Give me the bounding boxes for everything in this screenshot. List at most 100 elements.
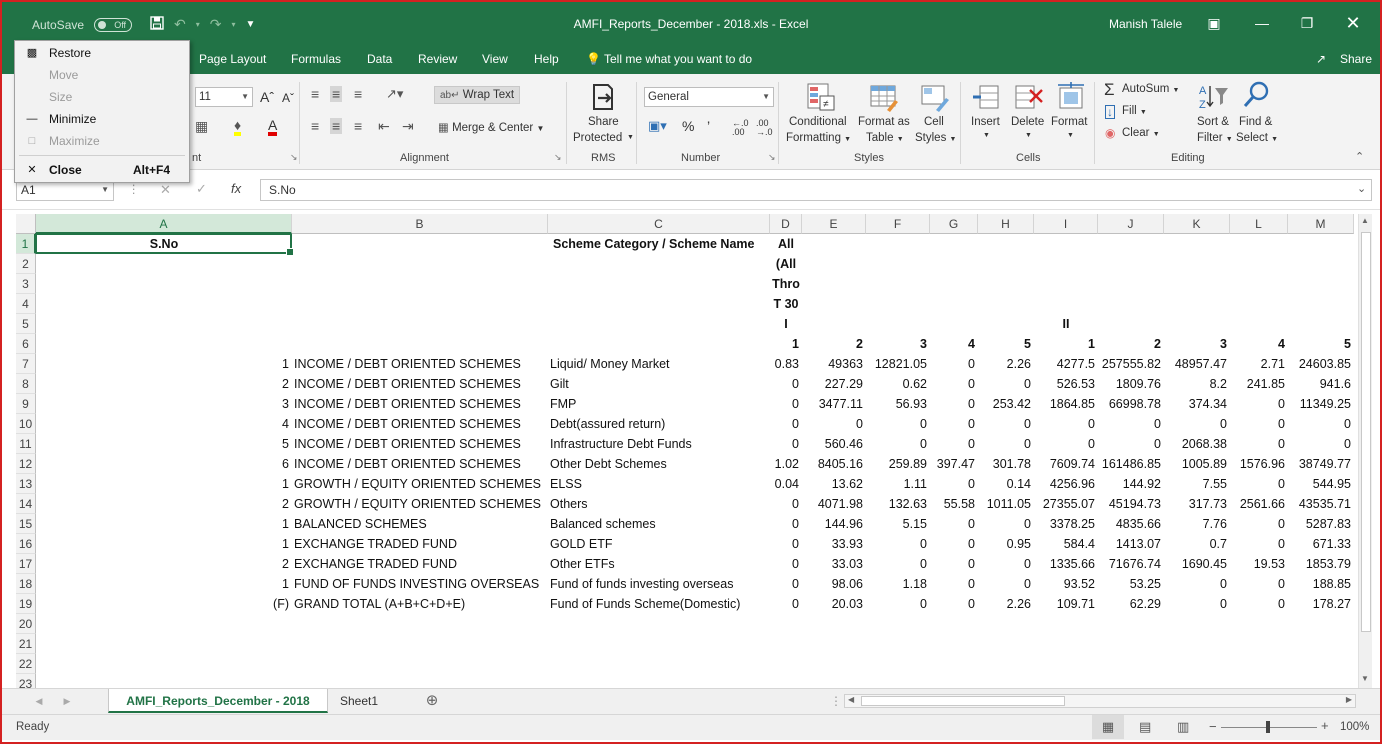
cancel-entry-icon[interactable]: ✕ [160,182,171,198]
cell-value[interactable]: 8405.16 [802,454,866,474]
menu-minimize[interactable]: — Minimize [15,108,189,130]
cell-value[interactable]: 0 [770,574,802,594]
row-header-4[interactable]: 4 [16,294,36,314]
cell-value[interactable]: 526.53 [1034,374,1098,394]
scroll-down-icon[interactable]: ▼ [1361,674,1369,683]
cell-value[interactable]: 0 [1230,434,1288,454]
cell-value[interactable]: 0 [1288,414,1354,434]
cell-value[interactable]: 7609.74 [1034,454,1098,474]
tab-data[interactable]: Data [367,52,392,66]
cell-value[interactable]: 0 [1098,434,1164,454]
cell-value[interactable]: 20.03 [802,594,866,614]
cell-value[interactable]: 1011.05 [978,494,1034,514]
cell-category[interactable]: INCOME / DEBT ORIENTED SCHEMES [292,354,548,374]
delete-dropdown-icon[interactable]: ▼ [1025,132,1032,139]
expand-formula-bar-icon[interactable]: ⌄ [1357,182,1366,195]
cell-scheme[interactable]: Infrastructure Debt Funds [548,434,770,454]
cell-value[interactable]: 0 [770,394,802,414]
column-header-k[interactable]: K [1164,214,1230,234]
cell-value[interactable]: 0 [1230,594,1288,614]
cell-scheme[interactable]: Balanced schemes [548,514,770,534]
row-header-17[interactable]: 17 [16,554,36,574]
insert-dropdown-icon[interactable]: ▼ [983,132,990,139]
delete-cells-icon[interactable] [1014,82,1044,115]
cell-scheme[interactable]: Fund of funds investing overseas [548,574,770,594]
zoom-slider-thumb[interactable] [1266,721,1270,733]
cell-sno[interactable]: 4 [36,414,292,434]
cell-value[interactable]: 1.11 [866,474,930,494]
cell-styles-label[interactable]: Cell [924,116,944,128]
column-header-g[interactable]: G [930,214,978,234]
new-sheet-icon[interactable]: ⊕ [420,689,444,713]
cell-value[interactable]: 0 [930,534,978,554]
cell-value[interactable]: 48957.47 [1164,354,1230,374]
cell-scheme[interactable]: Others [548,494,770,514]
cell-value[interactable]: 53.25 [1098,574,1164,594]
merge-center-button[interactable]: ▦ Merge & Center ▼ [438,120,544,134]
cell-value[interactable]: 109.71 [1034,594,1098,614]
increase-font-icon[interactable]: Aˆ [260,89,274,105]
cell-value[interactable]: 161486.85 [1098,454,1164,474]
row-header-2[interactable]: 2 [16,254,36,274]
cell-value[interactable]: 671.33 [1288,534,1354,554]
cell-value[interactable]: 0 [1164,594,1230,614]
cell-value[interactable]: 0 [930,574,978,594]
row-header-10[interactable]: 10 [16,414,36,434]
row-header-23[interactable]: 23 [16,674,36,688]
cell-value[interactable]: 27355.07 [1034,494,1098,514]
cell-value[interactable]: 93.52 [1034,574,1098,594]
cell-value[interactable]: 62.29 [1098,594,1164,614]
row-header-15[interactable]: 15 [16,514,36,534]
cell-value[interactable]: 132.63 [866,494,930,514]
cell-category[interactable]: FUND OF FUNDS INVESTING OVERSEAS [292,574,548,594]
cell-category[interactable]: INCOME / DEBT ORIENTED SCHEMES [292,454,548,474]
close-icon[interactable]: ✕ [1338,8,1368,38]
vertical-scrollbar[interactable]: ▲ ▼ [1358,214,1372,688]
cell-value[interactable]: 0 [930,414,978,434]
cell-value[interactable]: 33.93 [802,534,866,554]
cell-value[interactable]: 5.15 [866,514,930,534]
format-label[interactable]: Format [1051,116,1087,128]
cell-value[interactable]: 4071.98 [802,494,866,514]
font-color-icon[interactable]: A [268,118,278,136]
share-protected-dropdown-icon[interactable]: ▼ [627,134,634,141]
user-name[interactable]: Manish Talele [1109,17,1182,31]
cell-value[interactable]: 71676.74 [1098,554,1164,574]
cell-value[interactable]: 1809.76 [1098,374,1164,394]
cell-value[interactable]: 0 [978,374,1034,394]
cell-d3[interactable]: Thro [770,274,802,294]
cell-value[interactable]: 0 [930,354,978,374]
column-header-a[interactable]: A [36,214,292,234]
cell-value[interactable]: 227.29 [802,374,866,394]
number-dialog-launcher-icon[interactable]: ↘ [768,152,776,163]
cell-row6-9[interactable]: 4 [1230,334,1288,354]
insert-cells-icon[interactable] [972,82,1000,115]
cell-value[interactable]: 584.4 [1034,534,1098,554]
zoom-in-icon[interactable]: + [1321,718,1329,733]
cell-sno[interactable]: 2 [36,374,292,394]
scroll-sheets-right-icon[interactable]: ▶ [60,689,74,713]
clear-icon[interactable]: ◉ [1105,126,1115,140]
page-break-view-icon[interactable]: ▥ [1177,719,1189,735]
increase-decimal-icon[interactable]: ←.0.00 [732,119,749,137]
cell-row6-6[interactable]: 1 [1034,334,1098,354]
alignment-dialog-launcher-icon[interactable]: ↘ [554,152,562,163]
cell-value[interactable]: 0 [930,514,978,534]
customize-qat-icon[interactable]: ▼ [246,19,256,30]
cell-sno[interactable]: 1 [36,474,292,494]
conditional-formatting-icon[interactable]: ≠ [806,82,836,115]
decrease-font-icon[interactable]: Aˇ [282,91,294,105]
cell-row6-4[interactable]: 4 [930,334,978,354]
cell-value[interactable]: 0 [1230,514,1288,534]
cell-category[interactable]: INCOME / DEBT ORIENTED SCHEMES [292,394,548,414]
column-header-e[interactable]: E [802,214,866,234]
delete-label[interactable]: Delete [1011,116,1044,128]
format-as-table-icon[interactable] [869,82,899,115]
cell-value[interactable]: 1853.79 [1288,554,1354,574]
cell-value[interactable]: 8.2 [1164,374,1230,394]
column-header-i[interactable]: I [1034,214,1098,234]
tab-review[interactable]: Review [418,52,457,66]
cell-scheme[interactable]: Fund of Funds Scheme(Domestic) [548,594,770,614]
cell-value[interactable]: 7.76 [1164,514,1230,534]
share-protected-icon[interactable] [588,82,618,115]
